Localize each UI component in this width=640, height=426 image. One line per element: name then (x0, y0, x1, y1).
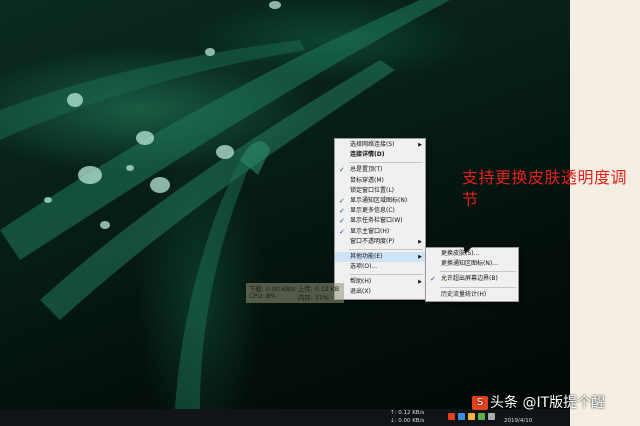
menu-item[interactable]: 选择网络连接(S) ▶ (335, 140, 425, 150)
menu-item[interactable]: 帮助(H) ▶ (335, 277, 425, 287)
check-icon: ✓ (339, 196, 345, 205)
taskbar-download: ↓: 0.00 KB/s (390, 417, 425, 424)
taskbar-date[interactable]: 2019/4/10 (504, 418, 532, 424)
menu-item-label: 锁定窗口位置(L) (350, 186, 395, 194)
menu-item-label: 显示更多信息(C) (350, 207, 395, 215)
annotation-text: 支持更换皮肤透明度调节 (462, 168, 628, 209)
taskbar-net-speed[interactable]: ↑: 0.12 KB/s ↓: 0.00 KB/s (390, 410, 424, 425)
tray-app-icon[interactable] (458, 413, 465, 420)
menu-item-label: 允许超出屏幕边界(B) (441, 275, 498, 283)
menu-item[interactable]: ✓ 显示通知区域图标(N) (335, 196, 425, 206)
menu-separator (349, 162, 423, 164)
menu-separator (440, 286, 516, 288)
check-icon: ✓ (339, 217, 345, 226)
menu-item-label: 帮助(H) (350, 278, 372, 286)
tray-app-icon[interactable] (468, 413, 475, 420)
menu-item[interactable]: ✓ 总是置顶(T) (335, 165, 425, 175)
cpu-usage: CPU: 8% (249, 293, 276, 300)
other-functions-submenu: 更换皮肤(S)... 更换通知区图标(N)... ✓ 允许超出屏幕边界(B) 历史流量统… (425, 247, 519, 302)
download-speed: 下载: 0.00 KB/s (249, 286, 296, 293)
menu-item[interactable]: 窗口不透明度(P) ▶ (335, 237, 425, 247)
watermark-logo-icon: S (472, 396, 488, 410)
menu-item-label: 历史流量统计(H) (441, 290, 487, 298)
menu-item-label: 更换通知区图标(N)... (441, 260, 498, 268)
menu-item[interactable]: ✓ 显示任务栏窗口(W) (335, 216, 425, 226)
menu-item-label: 显示主窗口(H) (350, 227, 390, 235)
menu-separator (440, 271, 516, 273)
menu-item[interactable]: 锁定窗口位置(L) (335, 186, 425, 196)
check-icon: ✓ (430, 275, 436, 284)
upload-speed: 上传: 0.12 KB (298, 286, 340, 293)
menu-item[interactable]: 更换皮肤(S)... (426, 249, 518, 259)
menu-item-label: 显示通知区域图标(N) (350, 196, 408, 204)
menu-item[interactable]: 退出(X) (335, 287, 425, 297)
menu-item[interactable]: ✓ 显示主窗口(H) (335, 227, 425, 237)
right-side-panel (570, 0, 640, 426)
submenu-arrow-icon: ▶ (418, 142, 422, 148)
menu-item[interactable]: 历史流量统计(H) (426, 290, 518, 300)
menu-item-label: 鼠标穿透(M) (350, 176, 384, 184)
menu-item-label: 连接详情(D) (350, 151, 385, 159)
menu-item[interactable]: 选项(O)... (335, 262, 425, 272)
network-speed-widget[interactable]: 下载: 0.00 KB/s 上传: 0.12 KB CPU: 8% 内存: 37… (246, 283, 344, 303)
submenu-arrow-icon: ▶ (418, 253, 422, 260)
menu-item-label: 选项(O)... (350, 263, 378, 271)
menu-item-label: 选择网络连接(S) (350, 141, 395, 148)
menu-item-label: 更换皮肤(S)... (441, 250, 480, 257)
menu-item[interactable]: ✓ 允许超出屏幕边界(B) (426, 274, 518, 284)
tray-app-icon[interactable] (448, 413, 455, 420)
menu-item-label: 窗口不透明度(P) (350, 237, 395, 245)
watermark-text: 头条 @IT版提个醒 (490, 395, 606, 411)
submenu-arrow-icon: ▶ (418, 279, 422, 286)
context-menu: 选择网络连接(S) ▶ 连接详情(D) ✓ 总是置顶(T) 鼠标穿透(M) 锁定窗口位置(L… (334, 138, 426, 300)
menu-item[interactable]: 连接详情(D) (335, 150, 425, 160)
menu-item[interactable]: 更换通知区图标(N)... (426, 259, 518, 269)
tray-app-icon[interactable] (478, 413, 485, 420)
submenu-arrow-icon: ▶ (418, 238, 422, 245)
memory-usage: 内存: 37% (298, 295, 329, 302)
menu-separator (349, 248, 423, 250)
menu-item-label: 显示任务栏窗口(W) (350, 217, 403, 225)
tray-app-icon[interactable] (488, 413, 495, 420)
taskbar-upload: ↑: 0.12 KB/s (390, 410, 425, 416)
menu-item[interactable]: 鼠标穿透(M) (335, 176, 425, 186)
menu-item-label: 总是置顶(T) (350, 166, 383, 174)
menu-item[interactable]: 其他功能(E) ▶ (335, 251, 425, 263)
check-icon: ✓ (339, 207, 345, 216)
check-icon: ✓ (339, 166, 345, 175)
menu-separator (349, 274, 423, 276)
menu-item[interactable]: ✓ 显示更多信息(C) (335, 206, 425, 216)
check-icon: ✓ (339, 227, 345, 236)
menu-item-label: 其他功能(E) (350, 252, 383, 260)
menu-item-label: 退出(X) (350, 288, 371, 296)
watermark: S 头条 @IT版提个醒 (472, 392, 605, 412)
